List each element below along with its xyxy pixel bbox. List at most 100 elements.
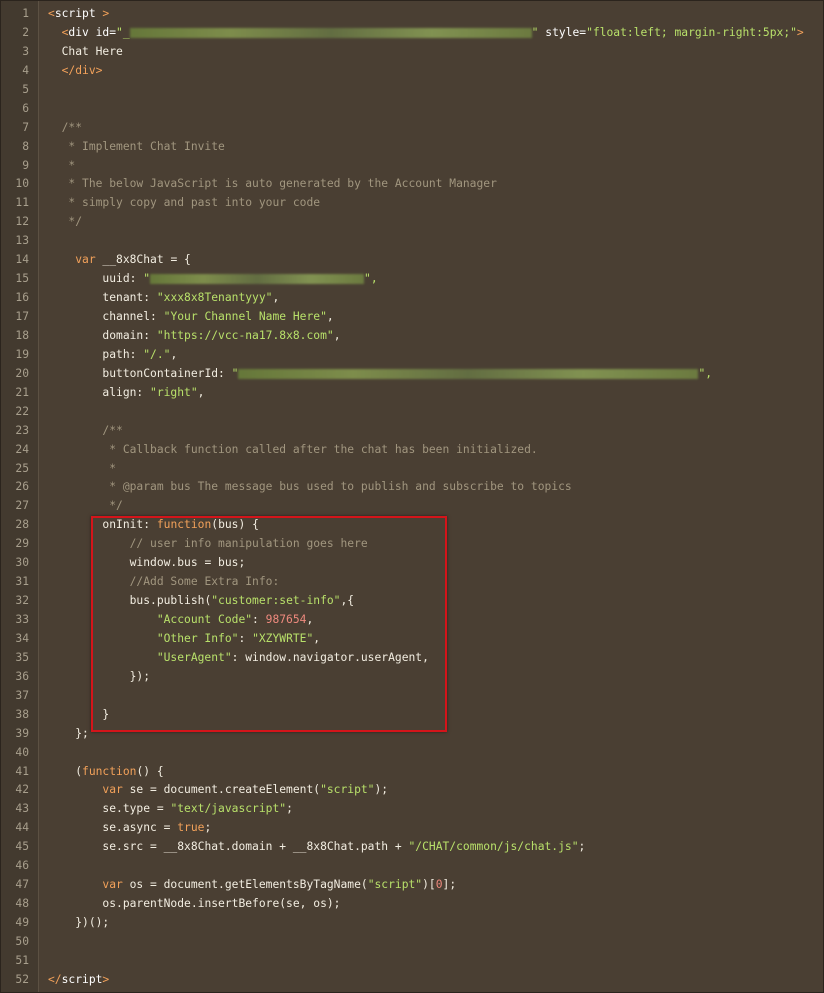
code-area[interactable]: 1 <script > 2 <div id="_ " style="float:le…	[1, 5, 823, 990]
line-number: 37	[15, 688, 29, 702]
line-number: 2	[22, 25, 29, 39]
code-line: 15 uuid: " ",	[1, 270, 823, 289]
line-number: 36	[15, 669, 29, 683]
code-line: 21 align: "right",	[1, 384, 823, 403]
code-line: 29 // user info manipulation goes here	[1, 535, 823, 554]
line-number: 9	[22, 158, 29, 172]
line-number: 52	[15, 972, 29, 986]
line-number: 38	[15, 707, 29, 721]
code-line: 51	[1, 952, 823, 971]
code-line: 1 <script >	[1, 5, 823, 24]
line-number: 17	[15, 310, 29, 323]
code-line: 3 Chat Here	[1, 43, 823, 62]
line-number: 16	[15, 291, 29, 305]
line-number: 35	[15, 650, 29, 664]
line-number: 26	[15, 480, 29, 494]
line-number: 4	[22, 63, 29, 77]
line-number: 15	[15, 272, 29, 286]
code-line: 18 domain: "https://vcc-na17.8x8.com",	[1, 327, 823, 346]
code-line: 11 * simply copy and past into your code	[1, 194, 823, 213]
code-line: 10 * The below JavaScript is auto genera…	[1, 175, 823, 194]
line-number: 22	[15, 404, 29, 418]
code-line: 8 * Implement Chat Invite	[1, 138, 823, 157]
line-number: 10	[15, 177, 29, 191]
line-number: 5	[22, 82, 29, 96]
code-line: 25 *	[1, 460, 823, 479]
line-number: 43	[15, 802, 29, 816]
code-line: 2 <div id="_ " style="float:left; margin-…	[1, 24, 823, 43]
line-number: 48	[15, 897, 29, 911]
line-number: 51	[15, 953, 29, 967]
code-line: 48 os.parentNode.insertBefore(se, os);	[1, 895, 823, 914]
code-line: 12 */	[1, 213, 823, 232]
code-line: 14 var __8x8Chat = {	[1, 251, 823, 270]
line-number: 20	[15, 366, 29, 380]
code-line: 36 });	[1, 668, 823, 687]
line-number: 21	[15, 385, 29, 399]
line-number: 13	[15, 234, 29, 248]
line-number: 33	[15, 613, 29, 626]
redacted-text	[238, 368, 699, 379]
code-line: 50	[1, 933, 823, 952]
code-line: 33 "Account Code": 987654,	[1, 611, 823, 630]
line-number: 1	[22, 7, 29, 20]
code-line: 27 */	[1, 497, 823, 516]
code-line: 6	[1, 100, 823, 119]
line-number: 34	[15, 631, 29, 645]
line-number: 31	[15, 575, 29, 589]
line-number: 19	[15, 347, 29, 361]
line-number: 25	[15, 461, 29, 475]
line-number: 6	[22, 101, 29, 115]
code-line: 30 window.bus = bus;	[1, 554, 823, 573]
redacted-text	[129, 27, 532, 38]
code-line: 28 onInit: function(bus) {	[1, 516, 823, 535]
code-line: 17 channel: "Your Channel Name Here",	[1, 308, 823, 327]
line-number: 45	[15, 840, 29, 854]
line-number: 7	[22, 120, 29, 134]
redacted-text	[150, 274, 365, 285]
line-number: 44	[15, 821, 29, 835]
line-number: 47	[15, 878, 29, 892]
line-number: 41	[15, 764, 29, 778]
code-line: 16 tenant: "xxx8x8Tenantyyy",	[1, 289, 823, 308]
code-line: 45 se.src = __8x8Chat.domain + __8x8Chat…	[1, 838, 823, 857]
code-line: 43 se.type = "text/javascript";	[1, 800, 823, 819]
line-number: 18	[15, 328, 29, 342]
line-number: 14	[15, 253, 29, 267]
line-number: 42	[15, 783, 29, 797]
line-number: 28	[15, 518, 29, 532]
line-number: 40	[15, 745, 29, 759]
code-line: 38 }	[1, 706, 823, 725]
line-number: 39	[15, 726, 29, 740]
code-line: 13	[1, 232, 823, 251]
line-number: 27	[15, 499, 29, 513]
line-number: 32	[15, 594, 29, 608]
line-number: 12	[15, 215, 29, 229]
code-line: 40	[1, 744, 823, 763]
code-line: 37	[1, 687, 823, 706]
line-number: 24	[15, 442, 29, 456]
code-line: 35 "UserAgent": window.navigator.userAge…	[1, 649, 823, 668]
code-line: 41 (function() {	[1, 763, 823, 782]
line-number: 23	[15, 423, 29, 437]
code-line: 52 </script>	[1, 971, 823, 990]
line-number: 8	[22, 139, 29, 153]
code-line: 46	[1, 857, 823, 876]
line-number: 46	[15, 859, 29, 873]
code-line: 39 };	[1, 725, 823, 744]
code-line: 47 var os = document.getElementsByTagNam…	[1, 876, 823, 895]
code-line: 49 })();	[1, 914, 823, 933]
line-number: 29	[15, 537, 29, 551]
code-line: 19 path: "/.",	[1, 346, 823, 365]
code-editor[interactable]: 1 <script > 2 <div id="_ " style="float:le…	[0, 0, 824, 993]
code-line: 42 var se = document.createElement("scri…	[1, 781, 823, 800]
code-line: 7 /**	[1, 119, 823, 138]
code-line: 4 </div>	[1, 62, 823, 81]
line-number: 11	[15, 196, 29, 210]
code-line: 24 * Callback function called after the …	[1, 441, 823, 460]
line-number: 50	[15, 934, 29, 948]
code-line: 32 bus.publish("customer:set-info",{	[1, 592, 823, 611]
code-line: 34 "Other Info": "XZYWRTE",	[1, 630, 823, 649]
line-number: 30	[15, 556, 29, 570]
line-number: 3	[22, 44, 29, 58]
